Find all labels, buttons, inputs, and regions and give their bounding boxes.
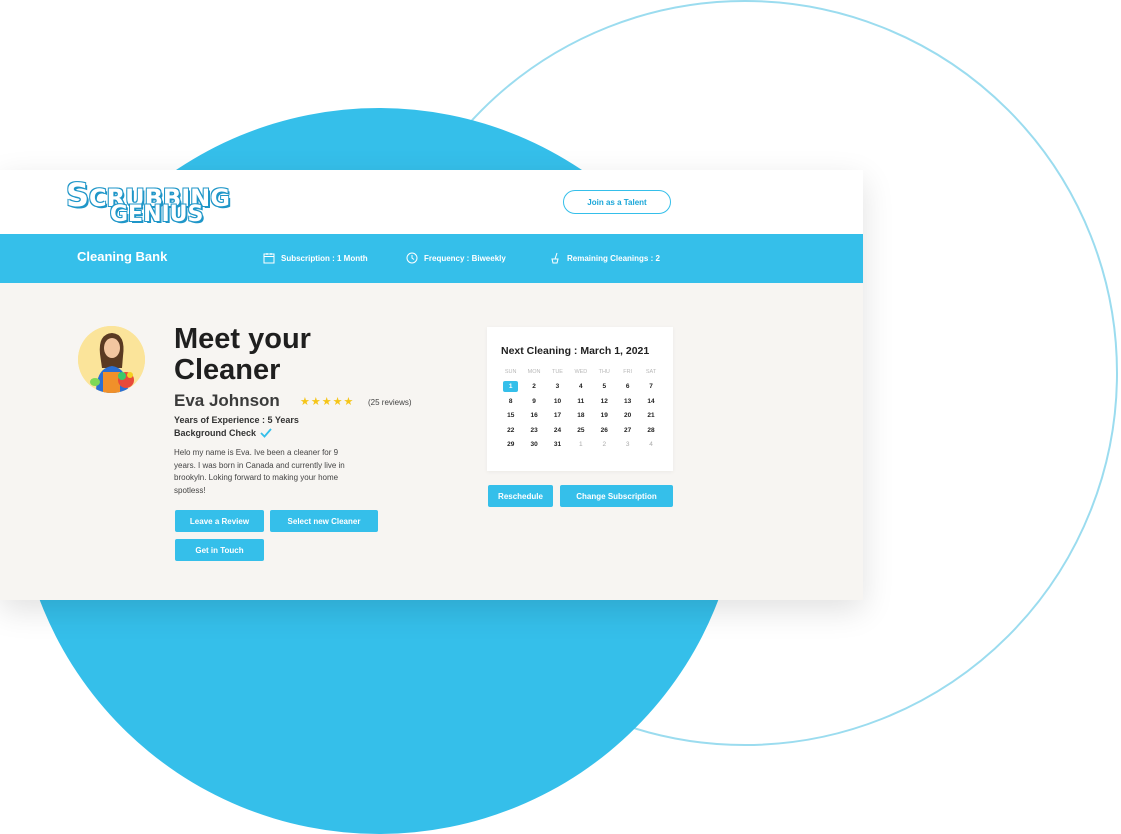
logo-line-2: GENIUS <box>110 202 204 227</box>
cleaner-avatar <box>78 326 145 393</box>
calendar-day[interactable]: 14 <box>639 398 662 405</box>
change-subscription-button[interactable]: Change Subscription <box>560 485 673 507</box>
calendar-day[interactable]: 16 <box>522 412 545 419</box>
select-new-cleaner-button[interactable]: Select new Cleaner <box>270 510 378 532</box>
weekday-label: THU <box>598 369 610 376</box>
calendar-day[interactable]: 2 <box>593 441 616 448</box>
background-check: Background Check <box>174 428 272 438</box>
cleaning-brush-icon <box>551 252 559 264</box>
calendar-day[interactable]: 9 <box>522 398 545 405</box>
scrubbing-genius-logo[interactable]: SCRUBBING GENIUS <box>66 172 250 232</box>
meet-your-cleaner-heading: Meet your Cleaner <box>174 323 311 386</box>
calendar-day[interactable]: 20 <box>616 412 639 419</box>
get-in-touch-button[interactable]: Get in Touch <box>175 539 264 561</box>
top-navigation: SCRUBBING GENIUS Join as a Talent <box>0 170 863 234</box>
subscription-info: Subscription : 1 Month <box>263 252 368 264</box>
calendar-day[interactable]: 27 <box>616 427 639 434</box>
years-of-experience: Years of Experience : 5 Years <box>174 415 299 425</box>
calendar-day[interactable]: 18 <box>569 412 592 419</box>
calendar-day[interactable]: 4 <box>639 441 662 448</box>
calendar-day[interactable]: 6 <box>616 383 639 390</box>
frequency-info: Frequency : Biweekly <box>406 252 506 264</box>
reviews-count[interactable]: (25 reviews) <box>368 398 412 407</box>
calendar-day[interactable]: 3 <box>546 383 569 390</box>
calendar-day[interactable]: 30 <box>522 441 545 448</box>
calendar-day[interactable]: 12 <box>593 398 616 405</box>
background-check-label: Background Check <box>174 428 257 438</box>
calendar-week-row: 29 30 31 1 2 3 4 <box>499 438 663 453</box>
calendar-day[interactable]: 7 <box>639 383 662 390</box>
calendar-day[interactable]: 15 <box>499 412 522 419</box>
calendar-day[interactable]: 22 <box>499 427 522 434</box>
calendar-week-row: 22 23 24 25 26 27 28 <box>499 423 663 438</box>
calendar-day[interactable]: 5 <box>593 383 616 390</box>
clock-icon <box>406 252 418 264</box>
calendar-day[interactable]: 26 <box>593 427 616 434</box>
cleaner-bio: Helo my name is Eva. Ive been a cleaner … <box>174 448 345 495</box>
join-as-talent-button[interactable]: Join as a Talent <box>563 190 671 214</box>
calendar-grid: SUN MON TUE WED THU FRI SAT 1 2 3 4 5 6 7 8 9 10 11 12 13 14… <box>499 365 663 452</box>
weekday-label: SAT <box>645 369 657 376</box>
cleaning-bank-title: Cleaning Bank <box>77 249 168 264</box>
calendar-day[interactable]: 29 <box>499 441 522 448</box>
weekday-label: TUE <box>551 369 563 376</box>
weekday-header-row: SUN MON TUE WED THU FRI SAT <box>499 365 663 380</box>
calendar-week-row: 15 16 17 18 19 20 21 <box>499 409 663 424</box>
frequency-text: Frequency : Biweekly <box>424 253 506 263</box>
calendar-day[interactable]: 11 <box>569 398 592 405</box>
star-rating: ★★★★★ <box>300 396 355 408</box>
weekday-label: WED <box>574 369 588 376</box>
dashboard-card: SCRUBBING GENIUS Join as a Talent Cleani… <box>0 170 863 600</box>
calendar-day[interactable]: 21 <box>639 412 662 419</box>
remaining-info: Remaining Cleanings : 2 <box>549 252 660 264</box>
weekday-label: SUN <box>504 369 517 376</box>
next-cleaning-calendar: Next Cleaning : March 1, 2021 SUN MON TUE W… <box>487 327 673 471</box>
cleaning-bank-bar: Cleaning Bank Subscription : 1 Month Fre… <box>0 234 863 283</box>
leave-review-button[interactable]: Leave a Review <box>175 510 264 532</box>
calendar-day[interactable]: 1 <box>569 441 592 448</box>
calendar-day[interactable]: 2 <box>522 383 545 390</box>
weekday-label: FRI <box>623 369 633 376</box>
calendar-day[interactable]: 24 <box>546 427 569 434</box>
calendar-day[interactable]: 10 <box>546 398 569 405</box>
next-cleaning-title: Next Cleaning : March 1, 2021 <box>501 345 650 357</box>
subscription-text: Subscription : 1 Month <box>281 253 368 263</box>
weekday-label: MON <box>527 369 541 376</box>
calendar-day[interactable]: 3 <box>616 441 639 448</box>
checkmark-icon <box>260 428 272 438</box>
calendar-week-row: 1234567 <box>499 380 663 395</box>
reschedule-button[interactable]: Reschedule <box>488 485 553 507</box>
calendar-day[interactable]: 4 <box>569 383 592 390</box>
calendar-day[interactable]: 23 <box>522 427 545 434</box>
cleaner-name: Eva Johnson <box>174 391 280 410</box>
calendar-day[interactable]: 31 <box>546 441 569 448</box>
calendar-day[interactable]: 28 <box>639 427 662 434</box>
calendar-day[interactable]: 13 <box>616 398 639 405</box>
remaining-text: Remaining Cleanings : 2 <box>567 253 660 263</box>
calendar-icon <box>263 253 275 264</box>
calendar-week-row: 8 9 10 11 12 13 14 <box>499 394 663 409</box>
calendar-day-selected[interactable]: 1 <box>499 381 522 393</box>
calendar-day[interactable]: 25 <box>569 427 592 434</box>
calendar-day[interactable]: 8 <box>499 398 522 405</box>
calendar-day[interactable]: 17 <box>546 412 569 419</box>
calendar-day[interactable]: 19 <box>593 412 616 419</box>
